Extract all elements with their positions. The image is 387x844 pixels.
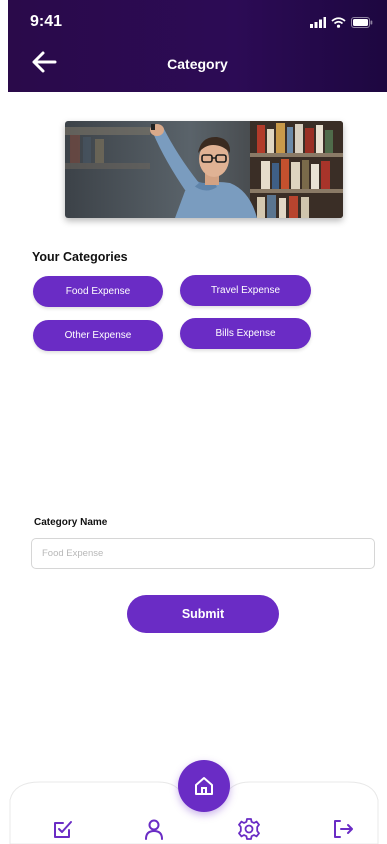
logout-icon [334, 820, 353, 838]
home-icon [195, 777, 213, 795]
wifi-icon [331, 17, 346, 28]
category-name-label: Category Name [34, 517, 108, 528]
nav-logout[interactable] [330, 816, 356, 842]
status-icons [310, 17, 373, 28]
page-title: Category [167, 56, 228, 72]
category-name-input[interactable] [31, 538, 375, 569]
gear-icon [238, 818, 260, 840]
categories-heading: Your Categories [32, 250, 128, 264]
library-photo [65, 121, 343, 218]
signal-icon [310, 17, 326, 28]
category-chip-bills[interactable]: Bills Expense [180, 318, 311, 349]
category-chip-travel[interactable]: Travel Expense [180, 275, 311, 306]
home-button[interactable] [178, 760, 230, 812]
checkbox-edit-icon [54, 821, 72, 838]
hero-image [65, 121, 343, 218]
nav-settings[interactable] [236, 816, 262, 842]
app-header: 9:41 Category [8, 0, 387, 92]
category-chip-other[interactable]: Other Expense [33, 320, 163, 351]
battery-icon [351, 17, 373, 28]
nav-tasks[interactable] [50, 816, 76, 842]
bottom-nav [0, 760, 387, 844]
submit-button[interactable]: Submit [127, 595, 279, 633]
nav-profile[interactable] [141, 816, 167, 842]
category-chip-food[interactable]: Food Expense [33, 276, 163, 307]
status-bar: 9:41 [8, 0, 387, 40]
nav-bar: Category [8, 44, 387, 84]
status-time: 9:41 [30, 13, 63, 30]
user-icon [145, 819, 163, 840]
